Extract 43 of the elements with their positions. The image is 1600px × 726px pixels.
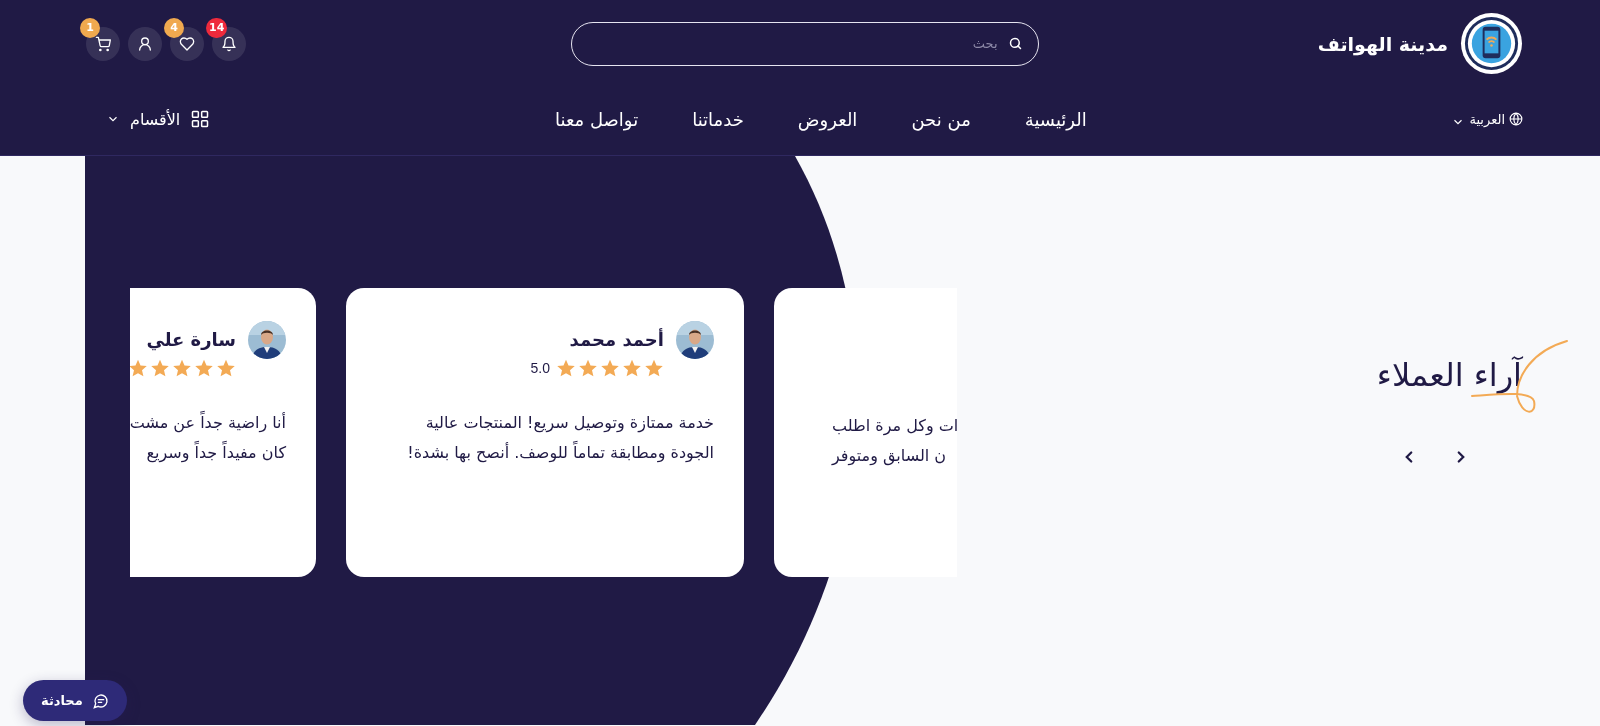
grid-icon xyxy=(190,109,211,129)
count-badge: 14 xyxy=(206,17,228,38)
chat-bubble-icon xyxy=(92,692,109,709)
chat-button[interactable]: محادثة xyxy=(23,680,127,721)
star-icon xyxy=(150,358,170,378)
search-icon xyxy=(1007,35,1023,51)
globe-icon xyxy=(1509,112,1523,126)
star-icon xyxy=(216,358,236,378)
review-text: ات وكل مرة اطلب xyxy=(832,415,957,438)
star-icon xyxy=(130,358,148,378)
nav-link[interactable]: العروض xyxy=(797,108,858,130)
star-icon xyxy=(578,358,598,378)
nav-link[interactable]: من نحن xyxy=(911,108,971,130)
star-icon xyxy=(600,358,620,378)
categories-menu[interactable]: الأقسام xyxy=(106,109,231,129)
review-text: كان مفيداً جداً وسريع xyxy=(146,440,286,465)
reviewer-name: أحمد محمد xyxy=(568,329,664,350)
review-text: أنا راضية جداً عن مشت xyxy=(130,410,286,435)
nav-link[interactable]: تواصل معنا xyxy=(554,108,639,130)
star-icon xyxy=(644,358,664,378)
review-text: ن السابق ومتوفر xyxy=(832,445,947,468)
star-icon xyxy=(622,358,642,378)
logo-icon xyxy=(1460,12,1523,75)
user-icon xyxy=(137,35,153,52)
star-icon xyxy=(556,358,576,378)
review-text: الجودة ومطابقة تماماً للوصف. أنصح بها بشدة! xyxy=(407,440,714,465)
language-selector[interactable]: العربية xyxy=(1451,109,1523,129)
user-button[interactable] xyxy=(128,26,162,61)
review-text: خدمة ممتازة وتوصيل سريع! المنتجات عالية xyxy=(425,412,714,435)
star-icon xyxy=(172,358,192,378)
search-field[interactable]: بحث xyxy=(570,21,1039,66)
brand-name: مدينة الهواتف xyxy=(1317,32,1448,55)
nav-link[interactable]: الرئيسية xyxy=(1024,108,1087,130)
heart-icon xyxy=(179,35,195,52)
reviewer-name: سارة علي xyxy=(145,329,236,350)
rating-value: 5.0 xyxy=(530,360,550,376)
star-icon xyxy=(194,358,214,378)
count-badge: 1 xyxy=(80,17,100,38)
count-badge: 4 xyxy=(164,17,184,38)
cart-icon xyxy=(95,35,111,52)
section-title: آراء العملاء xyxy=(1376,356,1522,394)
nav-link[interactable]: خدماتنا xyxy=(692,108,744,130)
bell-icon xyxy=(221,35,237,52)
